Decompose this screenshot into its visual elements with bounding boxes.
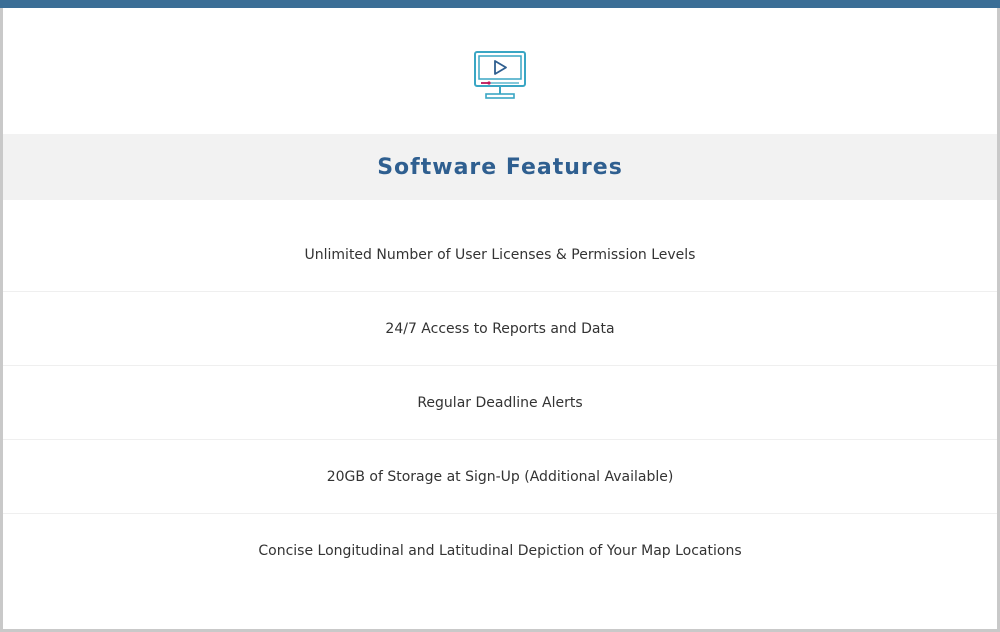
feature-label: Regular Deadline Alerts	[417, 394, 583, 411]
icon-container	[3, 50, 997, 104]
list-item: 24/7 Access to Reports and Data	[3, 292, 997, 366]
feature-label: 24/7 Access to Reports and Data	[385, 320, 615, 337]
feature-list: Unlimited Number of User Licenses & Perm…	[3, 218, 997, 587]
feature-label: 20GB of Storage at Sign-Up (Additional A…	[326, 468, 674, 485]
list-item: Concise Longitudinal and Latitudinal Dep…	[3, 514, 997, 587]
list-item: Regular Deadline Alerts	[3, 366, 997, 440]
feature-label: Unlimited Number of User Licenses & Perm…	[304, 246, 696, 263]
feature-label: Concise Longitudinal and Latitudinal Dep…	[258, 542, 742, 559]
monitor-play-icon	[474, 51, 526, 99]
title-band: Software Features	[3, 134, 997, 200]
top-accent-bar	[0, 0, 1000, 8]
list-item: Unlimited Number of User Licenses & Perm…	[3, 218, 997, 292]
list-item: 20GB of Storage at Sign-Up (Additional A…	[3, 440, 997, 514]
section-title: Software Features	[377, 154, 623, 180]
features-card: Software Features Unlimited Number of Us…	[0, 0, 1000, 632]
